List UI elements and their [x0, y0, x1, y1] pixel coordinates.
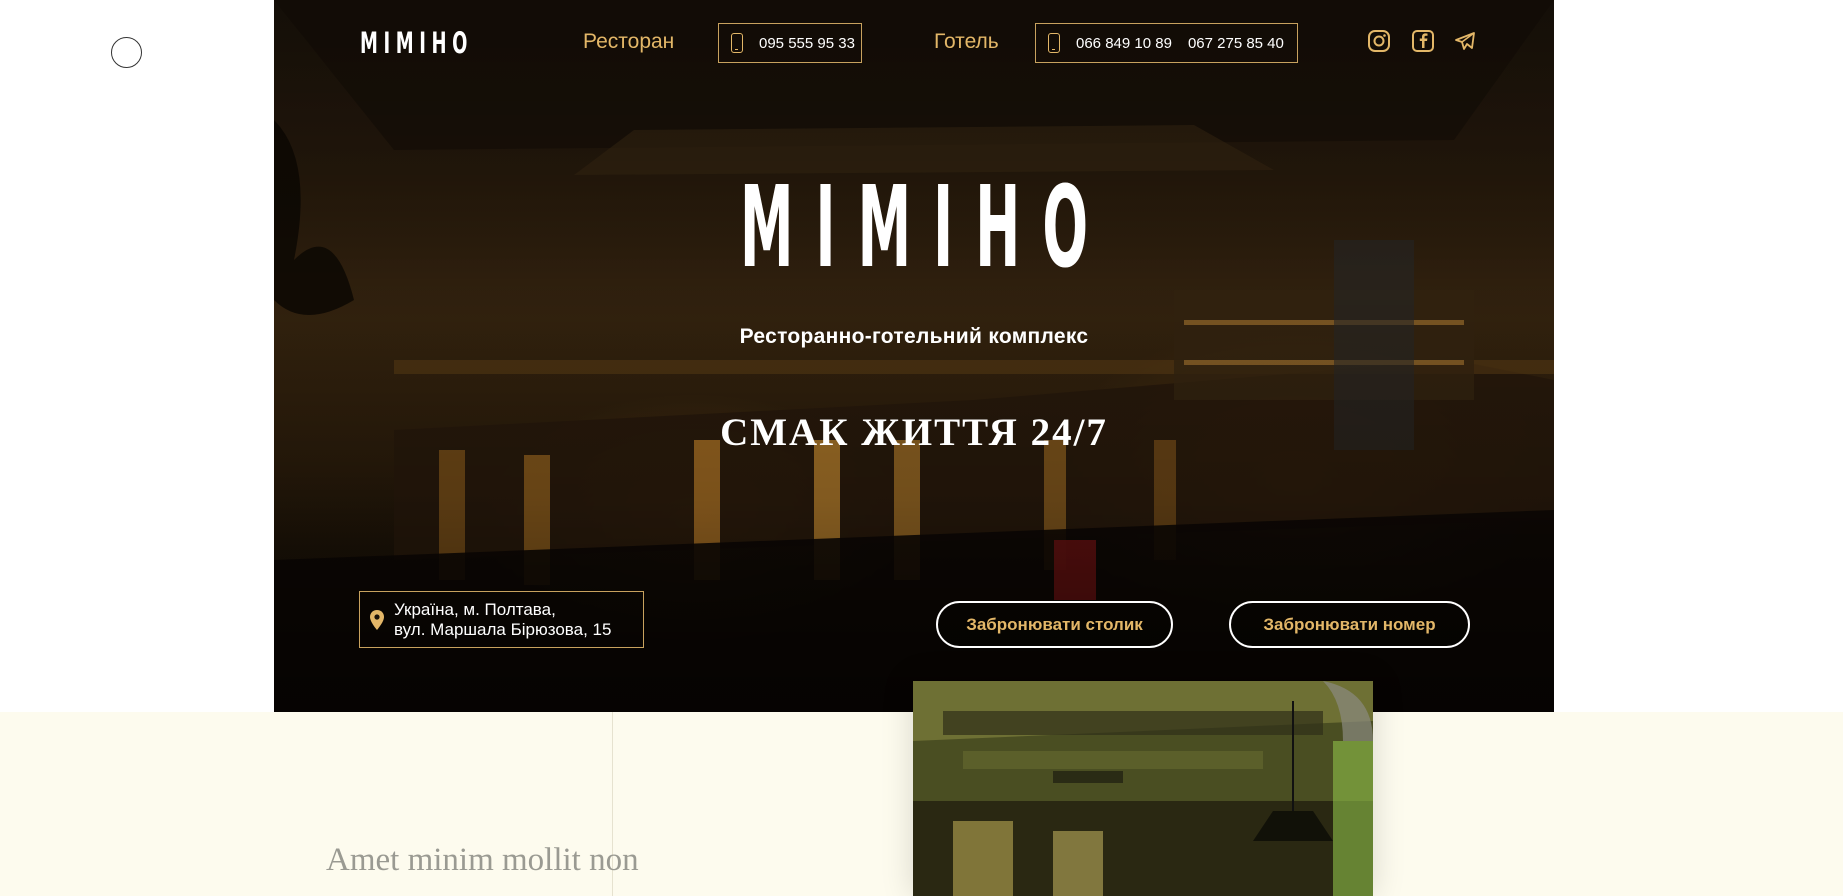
hotel-phone-box: 066 849 10 89 067 275 85 40 — [1035, 23, 1298, 63]
address-line-2: вул. Маршала Бірюзова, 15 — [394, 619, 612, 639]
nav-link-restaurant[interactable]: Ресторан — [583, 30, 674, 54]
hotel-phone-link-1[interactable]: 066 849 10 89 — [1076, 35, 1172, 52]
instagram-icon[interactable] — [1367, 29, 1391, 53]
address-text: Україна, м. Полтава, вул. Маршала Бірюзо… — [394, 600, 611, 640]
address-box: Україна, м. Полтава, вул. Маршала Бірюзо… — [359, 591, 644, 648]
telegram-icon[interactable] — [1453, 29, 1477, 53]
address-line-1: Україна, м. Полтава, — [394, 599, 556, 619]
hero-banner: МІМІНО Ресторан 095 555 95 33 Готель 066… — [274, 0, 1554, 712]
nav-link-hotel[interactable]: Готель — [934, 30, 999, 54]
restaurant-interior-photo — [913, 681, 1373, 896]
hotel-phone-link-2[interactable]: 067 275 85 40 — [1188, 35, 1284, 52]
hero-slogan: СМАК ЖИТТЯ 24/7 — [720, 411, 1108, 454]
hero-subtitle: Ресторанно-готельний комплекс — [739, 325, 1089, 348]
book-table-button[interactable]: Забронювати столик — [936, 601, 1173, 648]
cursor-indicator — [111, 37, 142, 68]
book-room-button[interactable]: Забронювати номер — [1229, 601, 1470, 648]
header-logo[interactable]: МІМІНО — [360, 28, 473, 58]
phone-icon — [731, 33, 743, 53]
facebook-icon[interactable] — [1411, 29, 1435, 53]
restaurant-phone-box: 095 555 95 33 — [718, 23, 862, 63]
about-section-heading: Amet minim mollit non — [326, 842, 639, 878]
phone-icon — [1048, 33, 1060, 53]
restaurant-phone-link[interactable]: 095 555 95 33 — [759, 35, 855, 52]
interior-photo-image — [913, 681, 1373, 896]
hero-logo: МІМІНО — [739, 163, 1111, 293]
location-pin-icon — [370, 609, 384, 630]
